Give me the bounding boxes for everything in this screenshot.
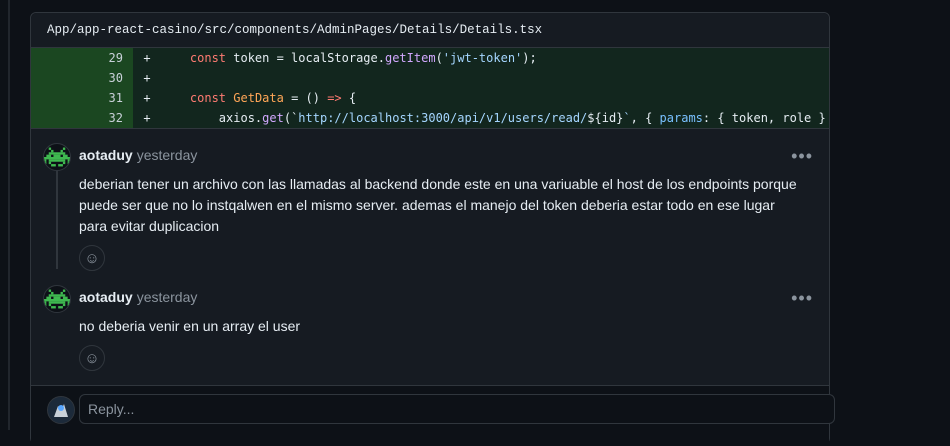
reply-row	[31, 385, 835, 446]
diff-added-marker: +	[143, 51, 151, 65]
diff-line[interactable]: 29 + const token = localStorage.getItem('…	[31, 48, 829, 68]
author-name[interactable]: aotaduy	[79, 147, 133, 163]
code-content: const GetData = () => {	[161, 88, 356, 108]
comment-author[interactable]: aotaduy yesterday	[79, 147, 197, 163]
diff-added-marker: +	[143, 71, 151, 85]
line-number[interactable]: 31	[31, 88, 133, 108]
add-reaction-button[interactable]: ☺	[79, 245, 105, 271]
code-token: (	[435, 51, 443, 65]
smiley-icon: ☺	[84, 249, 100, 267]
code-token: =>	[327, 91, 342, 105]
code-token: const	[189, 51, 227, 65]
code-token: (`	[283, 111, 299, 125]
code-token: {	[341, 91, 357, 105]
diff-added-marker: +	[143, 111, 151, 125]
code-content: axios.get(`http://localhost:3000/api/v1/…	[161, 108, 829, 128]
space-invader-icon	[44, 147, 70, 167]
line-number[interactable]: 30	[31, 68, 133, 88]
comment-timestamp[interactable]: yesterday	[137, 147, 198, 163]
code-token: get	[262, 111, 284, 125]
code-token: , {	[630, 111, 660, 125]
diff-line[interactable]: 31 + const GetData = () => {	[31, 88, 829, 108]
comment: aotaduy yesterday ••• no deberia venir en…	[31, 271, 829, 371]
line-number[interactable]: 29	[31, 48, 133, 68]
code-token: http://localhost:3000/api/v1/users/read/	[298, 111, 588, 125]
comment: aotaduy yesterday ••• deberian tener un a…	[31, 129, 829, 271]
diff-added-marker: +	[143, 91, 151, 105]
comment-list: aotaduy yesterday ••• deberian tener un a…	[31, 128, 829, 387]
thread-connector	[56, 171, 58, 269]
comment-timestamp[interactable]: yesterday	[137, 289, 198, 305]
code-token: ${id}	[587, 111, 624, 125]
code-token: GetData	[233, 91, 284, 105]
more-options-icon[interactable]: •••	[791, 289, 813, 307]
add-reaction-button[interactable]: ☺	[79, 345, 105, 371]
file-path-header[interactable]: App/app-react-casino/src/components/Admi…	[31, 13, 829, 48]
comment-body: no deberia venir en un array el user	[79, 318, 301, 334]
author-name[interactable]: aotaduy	[79, 289, 133, 305]
code-token: `	[623, 111, 631, 125]
code-token: : { token, role } }).	[702, 111, 826, 125]
user-avatar-icon	[48, 397, 74, 423]
reply-input[interactable]	[79, 394, 835, 424]
code-token: getItem	[384, 51, 436, 65]
smiley-icon: ☺	[84, 349, 100, 367]
code-token: );	[522, 51, 537, 65]
code-token: params	[659, 111, 703, 125]
avatar[interactable]	[43, 285, 71, 313]
comment-author[interactable]: aotaduy yesterday	[79, 289, 197, 305]
code-content: const token = localStorage.getItem('jwt-…	[161, 48, 537, 68]
line-number[interactable]: 32	[31, 108, 133, 128]
diff-line[interactable]: 32 + axios.get(`http://localhost:3000/api…	[31, 108, 829, 128]
review-thread-panel: App/app-react-casino/src/components/Admi…	[30, 12, 835, 446]
avatar[interactable]	[43, 143, 71, 171]
diff-hunk: 29 + const token = localStorage.getItem('…	[31, 48, 829, 128]
code-token: const	[189, 91, 227, 105]
comment-body: deberian tener un archivo con las llamad…	[79, 176, 797, 234]
current-user-avatar	[47, 396, 75, 424]
space-invader-icon	[44, 289, 70, 309]
code-token: axios.	[161, 111, 263, 125]
timeline-line	[8, 0, 10, 430]
code-token: token = localStorage.	[226, 51, 385, 65]
code-token: 'jwt-token'	[442, 51, 523, 65]
diff-line[interactable]: 30 +	[31, 68, 829, 88]
more-options-icon[interactable]: •••	[791, 147, 813, 165]
code-token: = ()	[283, 91, 328, 105]
